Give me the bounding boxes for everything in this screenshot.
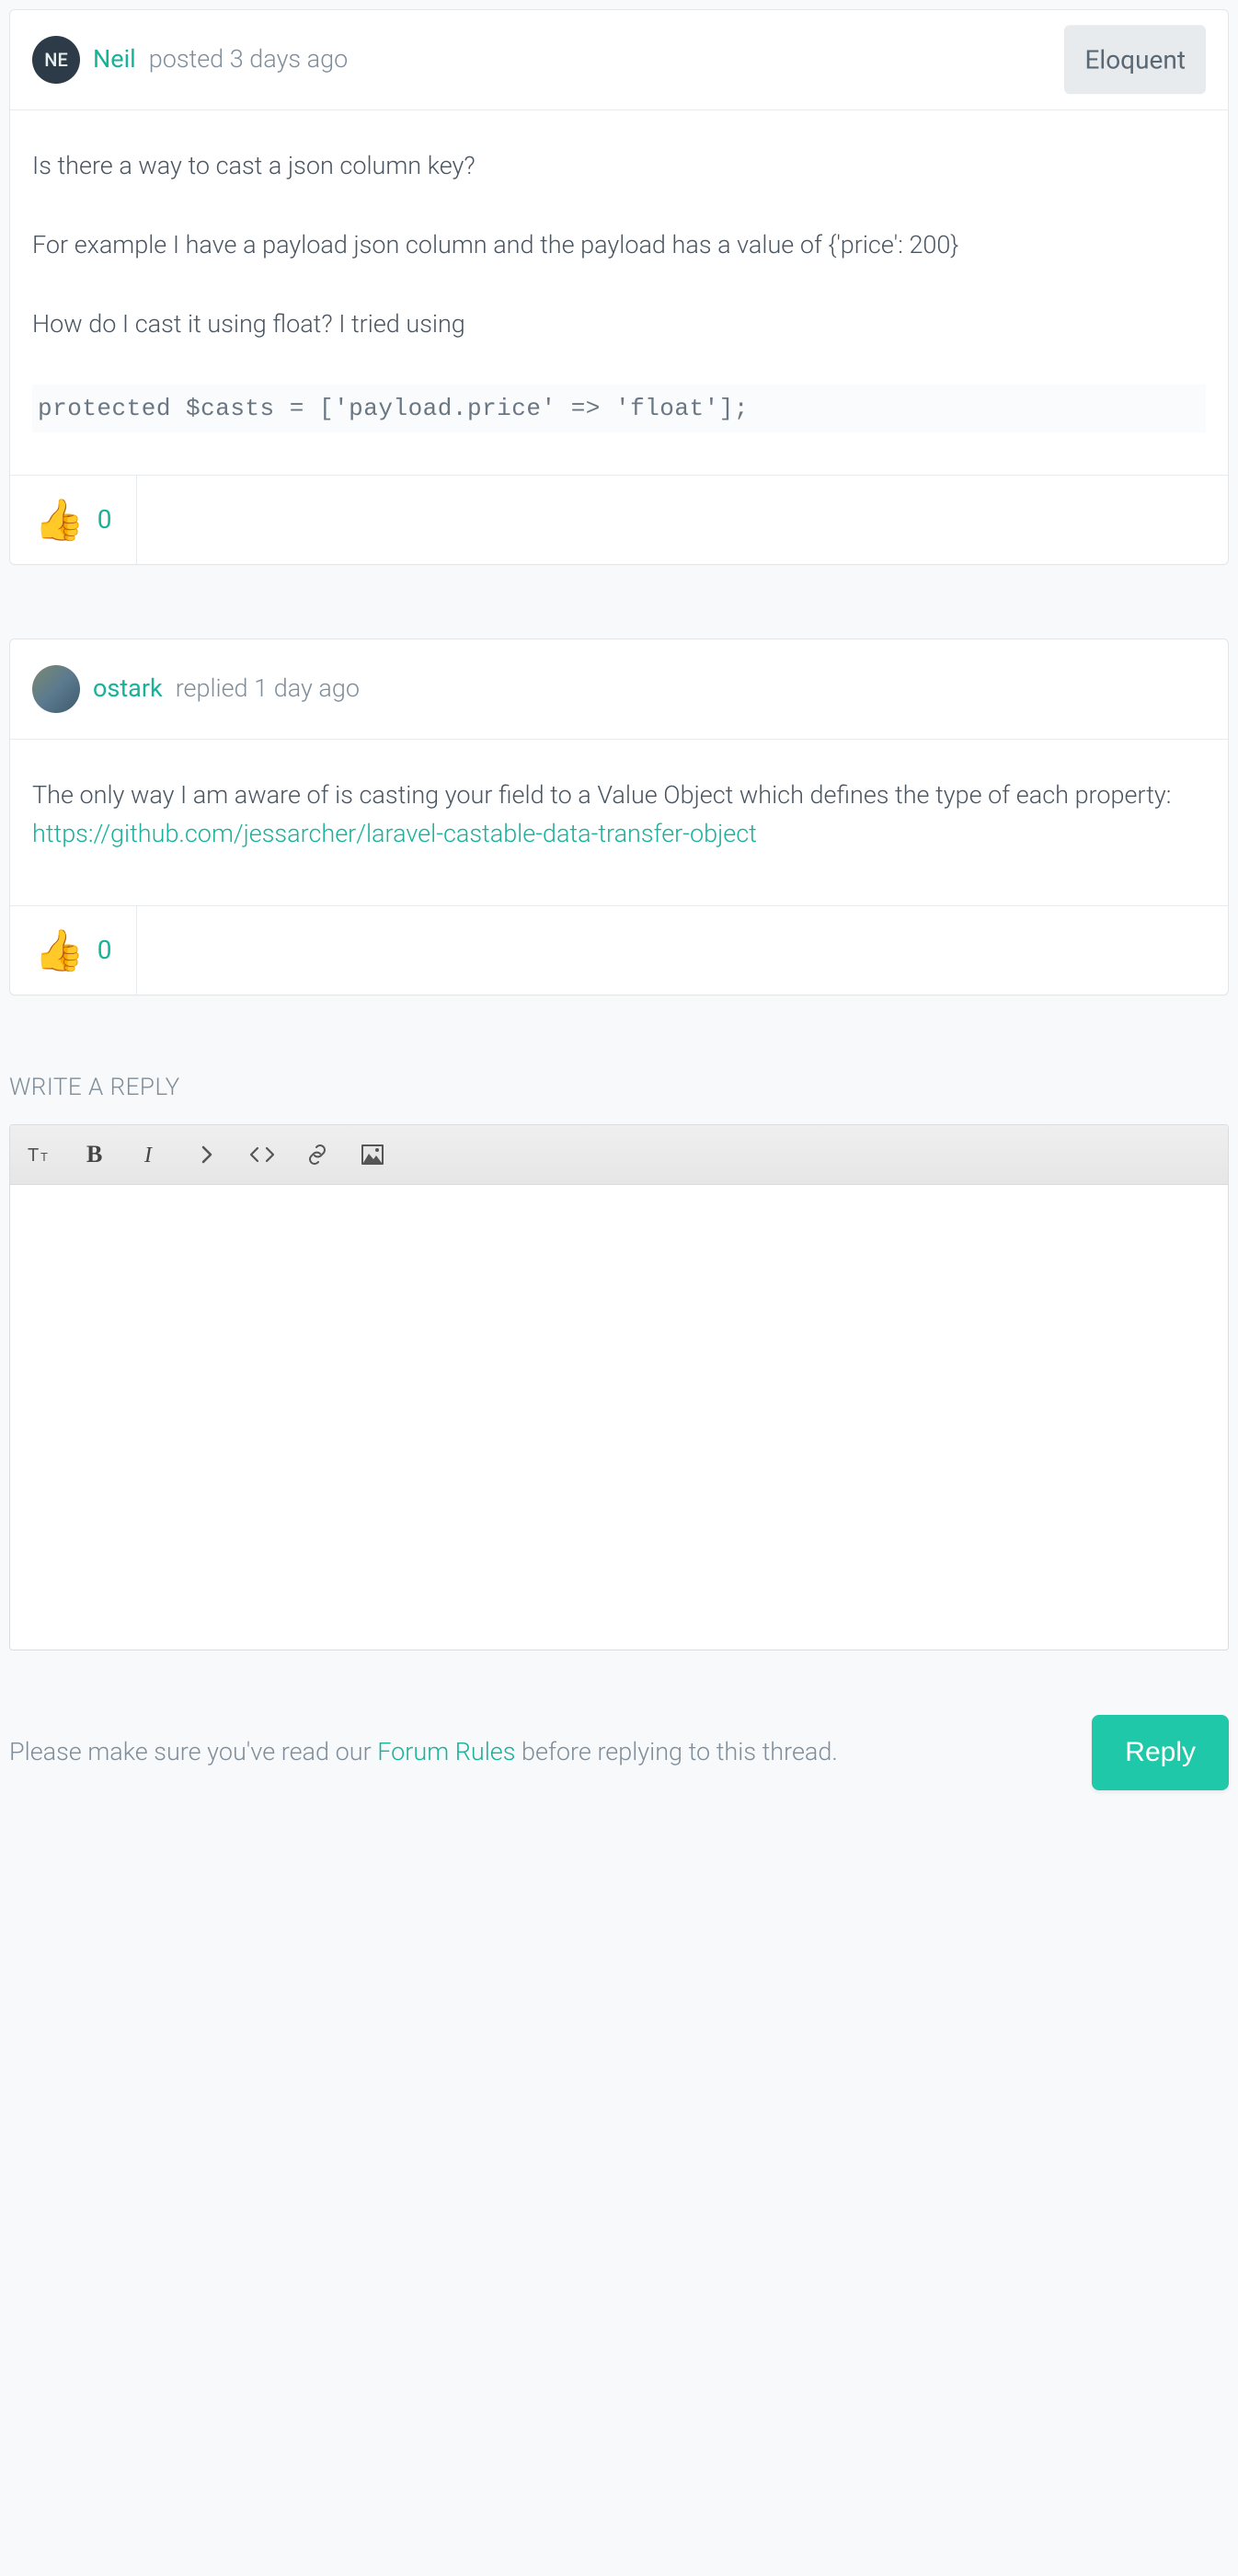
code-icon[interactable] <box>247 1140 277 1169</box>
compose-heading: WRITE A REPLY <box>9 1069 1229 1106</box>
svg-text:I: I <box>143 1144 153 1166</box>
code-block: protected $casts = ['payload.price' => '… <box>32 385 1206 432</box>
reply-header: ostark replied 1 day ago <box>10 639 1228 740</box>
compose-section: WRITE A REPLY T T B I <box>9 1069 1229 1800</box>
reply-textarea[interactable] <box>21 1196 1217 1627</box>
forum-rules-link[interactable]: Forum Rules <box>377 1737 515 1766</box>
thumbs-up-icon: 👍 <box>34 930 85 971</box>
reply-footer: 👍 0 <box>10 906 1228 995</box>
link-icon[interactable] <box>303 1140 332 1169</box>
heading-icon[interactable]: T T <box>27 1140 56 1169</box>
avatar-initials: NE <box>44 46 68 75</box>
editor: T T B I <box>9 1124 1229 1650</box>
like-button[interactable]: 👍 0 <box>10 906 137 995</box>
body-paragraph: For example I have a payload json column… <box>32 226 1206 265</box>
question-body: Is there a way to cast a json column key… <box>10 110 1228 476</box>
bold-icon[interactable]: B <box>82 1140 111 1169</box>
image-icon[interactable] <box>358 1140 387 1169</box>
reply-card: ostark replied 1 day ago The only way I … <box>9 638 1229 995</box>
like-button[interactable]: 👍 0 <box>10 476 137 564</box>
svg-text:T: T <box>40 1150 48 1164</box>
thumbs-up-icon: 👍 <box>34 500 85 540</box>
rules-text: Please make sure you've read our Forum R… <box>9 1733 838 1772</box>
author-link[interactable]: Neil <box>93 40 136 79</box>
tag-pill[interactable]: Eloquent <box>1064 25 1206 94</box>
body-paragraph: How do I cast it using float? I tried us… <box>32 305 1206 344</box>
post-meta: posted 3 days ago <box>149 40 349 79</box>
reply-link[interactable]: https://github.com/jessarcher/laravel-ca… <box>32 819 757 848</box>
svg-text:T: T <box>28 1145 39 1166</box>
editor-area <box>10 1185 1228 1650</box>
italic-icon[interactable]: I <box>137 1140 166 1169</box>
rules-prefix: Please make sure you've read our <box>9 1737 377 1766</box>
question-header: NE Neil posted 3 days ago Eloquent <box>10 10 1228 110</box>
svg-text:B: B <box>86 1144 102 1166</box>
reply-button[interactable]: Reply <box>1092 1715 1229 1790</box>
like-count: 0 <box>97 500 112 539</box>
question-card: NE Neil posted 3 days ago Eloquent Is th… <box>9 9 1229 565</box>
like-count: 0 <box>97 930 112 970</box>
body-paragraph: Is there a way to cast a json column key… <box>32 147 1206 186</box>
rules-suffix: before replying to this thread. <box>515 1737 837 1766</box>
compose-footer: Please make sure you've read our Forum R… <box>9 1715 1229 1800</box>
editor-toolbar: T T B I <box>10 1125 1228 1185</box>
quote-icon[interactable] <box>192 1140 222 1169</box>
post-meta: replied 1 day ago <box>176 670 360 708</box>
body-text: The only way I am aware of is casting yo… <box>32 780 1171 810</box>
avatar[interactable]: NE <box>32 36 80 84</box>
avatar[interactable] <box>32 665 80 713</box>
reply-body: The only way I am aware of is casting yo… <box>10 740 1228 906</box>
question-footer: 👍 0 <box>10 476 1228 564</box>
author-link[interactable]: ostark <box>93 670 163 708</box>
